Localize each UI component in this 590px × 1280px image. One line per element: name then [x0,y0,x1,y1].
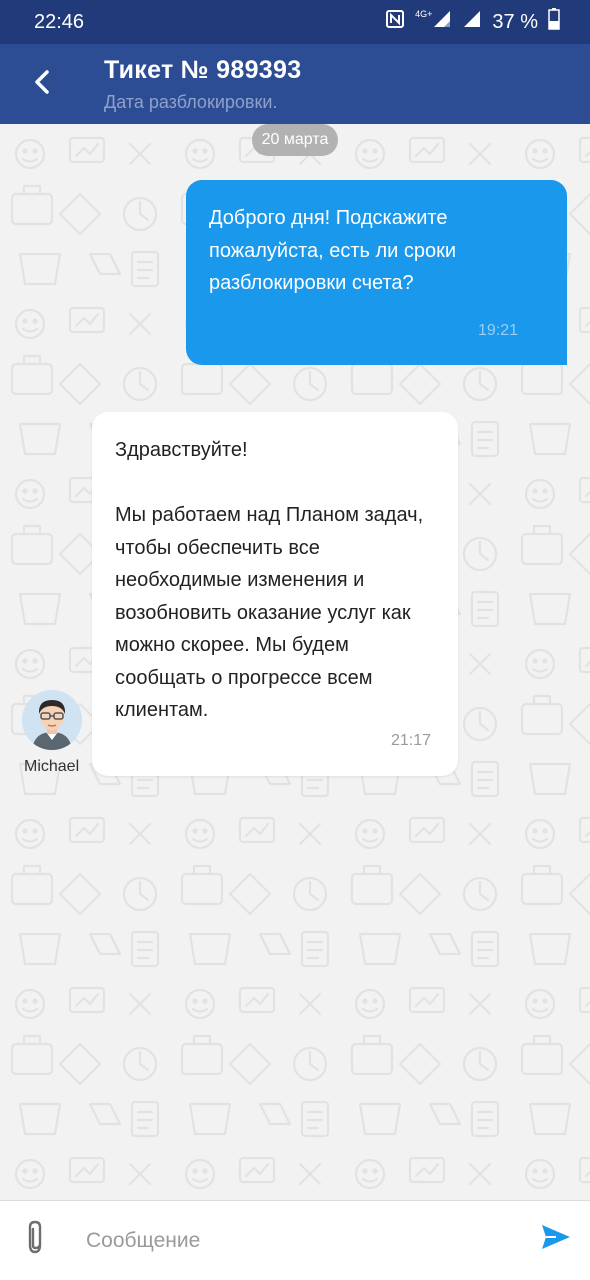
send-icon [540,1223,572,1256]
avatar-name: Michael [24,758,80,775]
message-input[interactable] [86,1221,506,1261]
message-time: 19:21 [478,322,519,339]
status-icons: 4G+ 37 % [385,8,560,36]
app-bar: Тикет № 989393 Дата разблокировки. [0,44,590,124]
battery-text: 37 % [492,10,538,33]
send-button[interactable] [536,1219,576,1259]
incoming-message[interactable]: Здравствуйте! Мы работаем над Планом зад… [92,412,458,776]
message-text: Здравствуйте! Мы работаем над Планом зад… [115,439,424,721]
network-type-label: 4G+ [415,9,433,19]
nfc-icon [385,9,405,35]
agent-avatar-icon [22,690,82,750]
back-button[interactable] [22,62,62,106]
status-bar: 22:46 4G+ 37 % [0,0,590,44]
message-composer [0,1200,590,1280]
signal-icon [462,9,482,35]
status-time: 22:46 [34,11,85,33]
message-text: Доброго дня! Подскажите пожалуйста, есть… [209,207,457,294]
paperclip-icon [24,1219,46,1260]
message-time: 21:17 [391,732,432,749]
chat-area[interactable]: 20 марта Доброго дня! Подскажите пожалуй… [0,124,590,1200]
date-separator: 20 марта [252,124,338,156]
page-subtitle: Дата разблокировки. [104,92,278,112]
signal-4g-icon [432,9,452,35]
battery-icon [548,8,560,36]
chevron-left-icon [33,68,51,101]
attach-button[interactable] [20,1217,50,1261]
page-title: Тикет № 989393 [104,56,302,84]
avatar[interactable] [22,690,82,750]
outgoing-message[interactable]: Доброго дня! Подскажите пожалуйста, есть… [186,180,567,365]
